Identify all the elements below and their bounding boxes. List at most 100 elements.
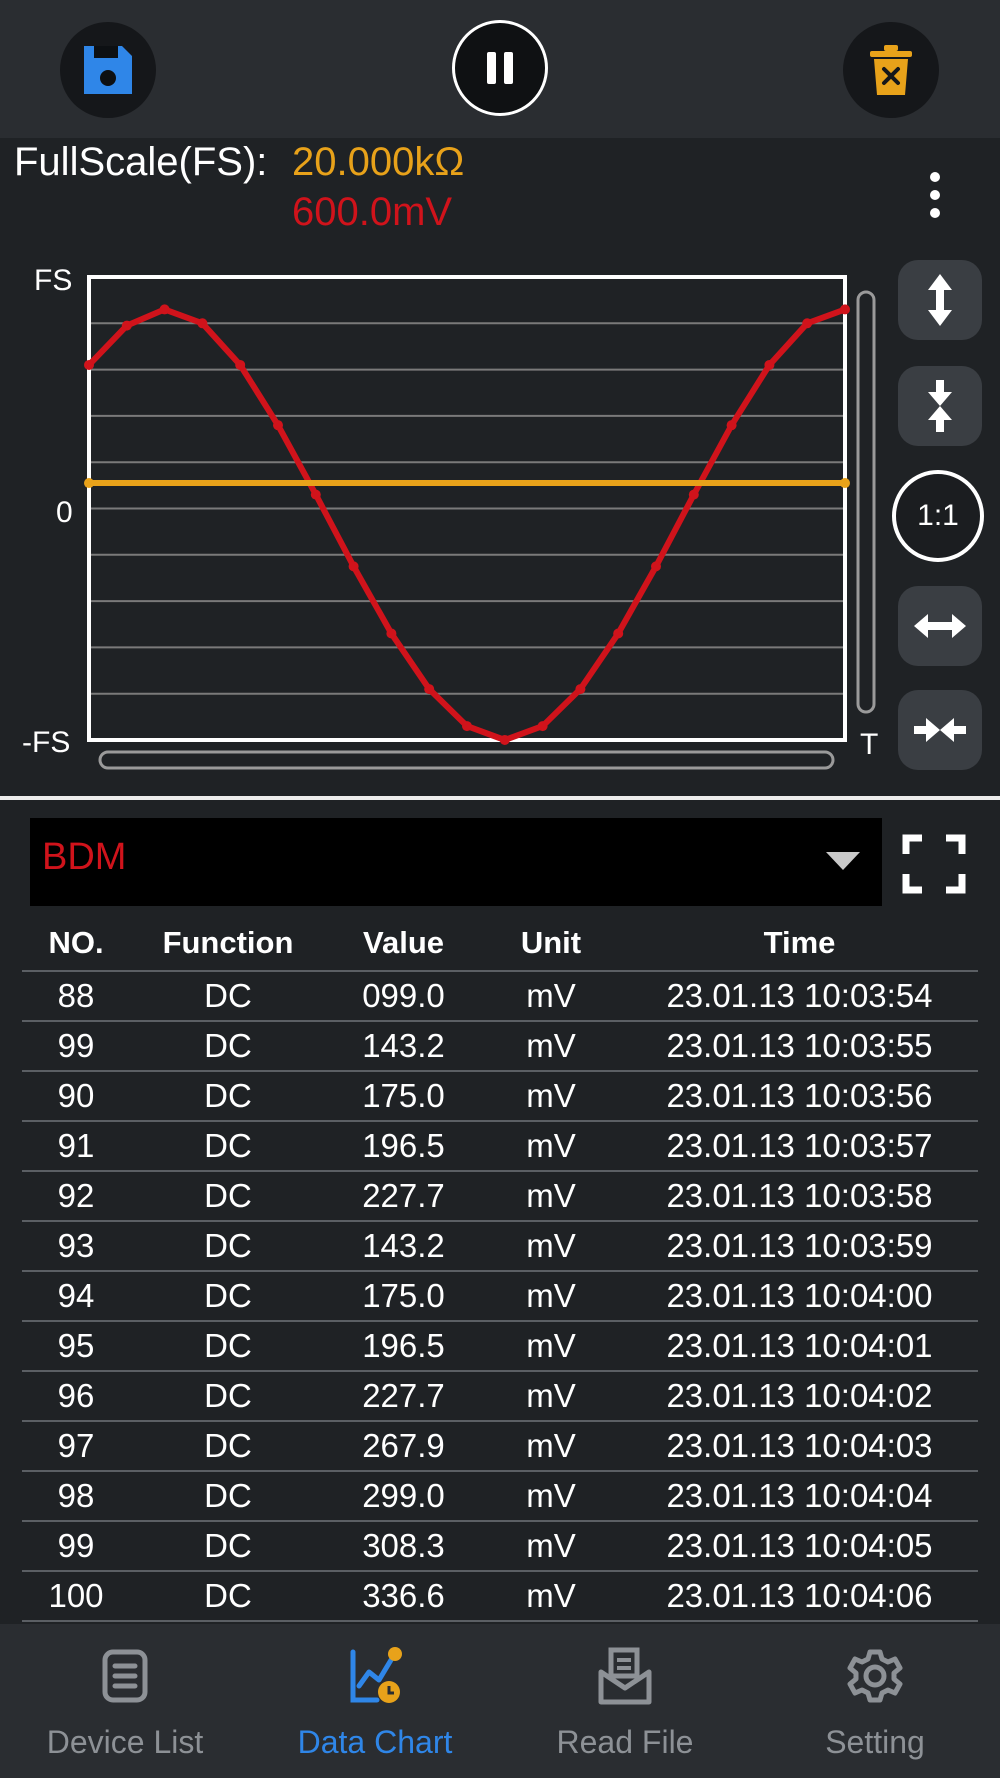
signal-point [537, 721, 548, 732]
table-row: 99 DC 308.3 mV 23.01.13 10:04:05 [22, 1522, 978, 1572]
signal-point [121, 320, 132, 331]
compress-horizontal-button[interactable] [898, 690, 982, 770]
section-divider [0, 796, 1000, 800]
cell-no: 99 [57, 1527, 95, 1564]
expand-vertical-button[interactable] [898, 260, 982, 340]
data-table: NO. Function Value Unit Time 88 DC 099.0 mV… [22, 916, 978, 1622]
signal-point [840, 304, 850, 315]
table-row: 93 DC 143.2 mV 23.01.13 10:03:59 [22, 1222, 978, 1272]
cell-time: 23.01.13 10:04:04 [666, 1477, 933, 1514]
cell-unit: mV [526, 977, 576, 1014]
horizontal-scrollbar[interactable] [98, 750, 835, 770]
table-row: 95 DC 196.5 mV 23.01.13 10:04:01 [22, 1322, 978, 1372]
cell-value: 099.0 [362, 977, 445, 1014]
cell-time: 23.01.13 10:04:00 [666, 1277, 933, 1314]
fullscale-value: 20.000kΩ [292, 140, 465, 184]
signal-point [159, 304, 170, 315]
compress-vertical-button[interactable] [898, 366, 982, 446]
cell-function: DC [204, 1227, 252, 1264]
cell-time: 23.01.13 10:04:01 [666, 1327, 933, 1364]
signal-point [575, 684, 586, 695]
cell-unit: mV [526, 1377, 576, 1414]
cell-unit: mV [526, 1277, 576, 1314]
signal-point [197, 318, 208, 329]
nav-label-device-list: Device List [46, 1724, 204, 1760]
cell-value: 143.2 [362, 1227, 445, 1264]
vertical-scrollbar[interactable] [856, 290, 876, 714]
baseline-point [84, 478, 94, 489]
nav-data-chart[interactable]: Data Chart [250, 1624, 500, 1778]
cell-no: 100 [48, 1577, 104, 1614]
table-row: 97 DC 267.9 mV 23.01.13 10:04:03 [22, 1422, 978, 1472]
cell-value: 196.5 [362, 1327, 445, 1364]
cell-function: DC [204, 1477, 252, 1514]
table-row: 94 DC 175.0 mV 23.01.13 10:04:00 [22, 1272, 978, 1322]
cell-function: DC [204, 1177, 252, 1214]
cell-function: DC [204, 1077, 252, 1114]
baseline-point [840, 478, 850, 489]
cell-function: DC [204, 1127, 252, 1164]
signal-point [386, 628, 397, 639]
chevron-down-icon [826, 852, 860, 870]
cell-value: 175.0 [362, 1277, 445, 1314]
signal-point [688, 489, 699, 500]
compress-horizontal-icon [914, 718, 966, 742]
waveform-chart: FS 0 -FS T [22, 264, 878, 770]
x-axis-label: T [860, 728, 878, 761]
column-header-time: Time [763, 925, 836, 960]
nav-label-data-chart: Data Chart [297, 1724, 453, 1760]
signal-point [273, 420, 283, 431]
fullscreen-button[interactable] [900, 832, 968, 896]
table-row: 88 DC 099.0 mV 23.01.13 10:03:54 [22, 972, 978, 1022]
save-button[interactable] [60, 22, 156, 118]
cell-time: 23.01.13 10:04:05 [666, 1527, 933, 1564]
nav-read-file[interactable]: Read File [500, 1624, 750, 1778]
cell-unit: mV [526, 1427, 576, 1464]
table-header: NO. Function Value Unit Time [22, 916, 978, 972]
cell-no: 96 [57, 1377, 95, 1414]
table-row: 92 DC 227.7 mV 23.01.13 10:03:58 [22, 1172, 978, 1222]
nav-setting[interactable]: Setting [750, 1624, 1000, 1778]
y-axis-bottom-label: -FS [22, 726, 70, 759]
cell-unit: mV [526, 1077, 576, 1114]
vertical-dots-icon [930, 172, 940, 218]
table-row: 91 DC 196.5 mV 23.01.13 10:03:57 [22, 1122, 978, 1172]
signal-point [310, 489, 321, 500]
table-row: 96 DC 227.7 mV 23.01.13 10:04:02 [22, 1372, 978, 1422]
signal-point [348, 561, 359, 572]
column-header-unit: Unit [520, 925, 582, 960]
column-header-function: Function [162, 925, 294, 960]
expand-horizontal-button[interactable] [898, 586, 982, 666]
cell-time: 23.01.13 10:03:54 [666, 977, 933, 1014]
bottom-navigation: Device List Data Chart Read File Setting [0, 1624, 1000, 1778]
ratio-reset-button[interactable]: 1:1 [892, 470, 984, 562]
cell-no: 99 [57, 1027, 95, 1064]
pause-button[interactable] [452, 20, 548, 116]
column-header-no: NO. [48, 925, 104, 960]
signal-point [651, 561, 661, 572]
cell-function: DC [204, 1577, 252, 1614]
signal-point [499, 735, 510, 745]
y-axis-top-label: FS [34, 264, 72, 297]
cell-no: 91 [57, 1127, 95, 1164]
signal-line [86, 306, 847, 743]
cell-time: 23.01.13 10:03:58 [666, 1177, 933, 1214]
more-options-button[interactable] [915, 170, 955, 220]
table-body: 88 DC 099.0 mV 23.01.13 10:03:54 99 DC 143.2 mV 2… [22, 972, 978, 1622]
cell-no: 88 [57, 977, 95, 1014]
cell-unit: mV [526, 1327, 576, 1364]
cell-value: 267.9 [362, 1427, 445, 1464]
device-select[interactable]: BDM [30, 818, 882, 906]
cell-time: 23.01.13 10:03:59 [666, 1227, 933, 1264]
signal-point [462, 721, 472, 732]
cell-value: 227.7 [362, 1377, 445, 1414]
cell-value: 308.3 [362, 1527, 445, 1564]
cell-function: DC [204, 1277, 252, 1314]
expand-vertical-icon [928, 274, 952, 326]
delete-button[interactable] [843, 22, 939, 118]
cell-no: 97 [57, 1427, 95, 1464]
cell-unit: mV [526, 1177, 576, 1214]
signal-point [84, 359, 94, 370]
cell-function: DC [204, 1427, 252, 1464]
nav-device-list[interactable]: Device List [0, 1624, 250, 1778]
